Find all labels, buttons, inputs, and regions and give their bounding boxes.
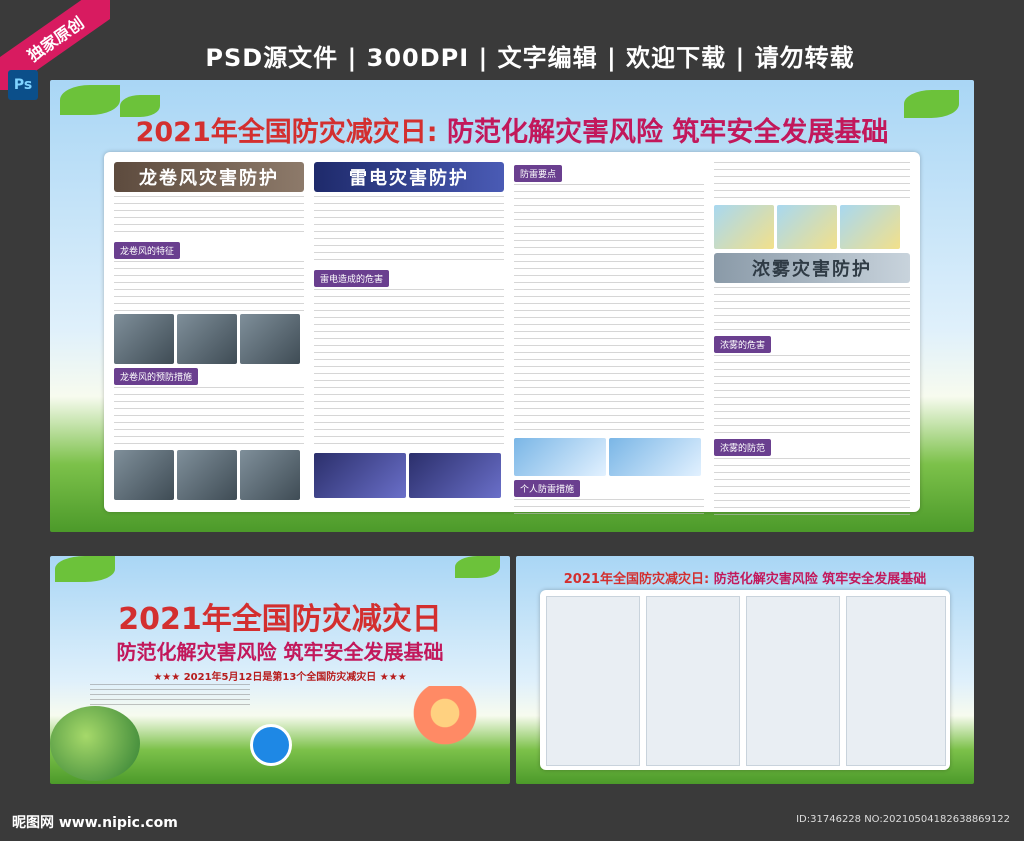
- tornado-photo: [240, 450, 300, 500]
- tornado-photo: [114, 314, 174, 364]
- preview-column: [646, 596, 740, 766]
- tornado-photo: [114, 450, 174, 500]
- footer-id: ID:31746228 NO:20210504182638869122: [796, 814, 1010, 825]
- main-title-year: 2021年全国防灾减灾日:: [135, 117, 438, 148]
- cartoon-illustration: [609, 438, 701, 476]
- fog-harm-heading: 浓雾的危害: [714, 336, 772, 353]
- fog-prevention-heading: 浓雾的防范: [714, 439, 772, 456]
- lightning-header: 雷电灾害防护: [314, 162, 504, 192]
- lightning-harm-heading: 雷电造成的危害: [314, 270, 390, 287]
- tornado-column: 龙卷风灾害防护 龙卷风的特征 龙卷风的预防措施: [114, 162, 304, 502]
- cover-title: 2021年全国防灾减灾日: [118, 602, 442, 637]
- preview-column: [746, 596, 840, 766]
- banner-text: PSD源文件 | 300DPI | 文字编辑 | 欢迎下载 | 请勿转载: [205, 44, 855, 72]
- leaf-decoration: [455, 556, 500, 578]
- fog-header: 浓雾灾害防护: [714, 253, 910, 283]
- tornado-prevention-heading: 龙卷风的预防措施: [114, 368, 199, 385]
- leaf-decoration: [55, 556, 115, 582]
- cartoon-illustration: [514, 438, 606, 476]
- photoshop-icon: Ps: [8, 70, 38, 100]
- lightning-column: 雷电灾害防护 雷电造成的危害: [314, 162, 504, 502]
- preview-board: 2021年全国防灾减灾日: 防范化解灾害风险 筑牢安全发展基础: [516, 556, 974, 784]
- fog-column: 浓雾灾害防护 浓雾的危害 浓雾的防范: [714, 162, 910, 518]
- main-title-slogan: 防范化解灾害风险 筑牢安全发展基础: [446, 117, 889, 148]
- cartoon-illustration: [840, 205, 900, 249]
- disaster-reduction-logo-icon: [250, 724, 292, 766]
- lightning-photo: [314, 453, 406, 498]
- content-sheet: 龙卷风灾害防护 龙卷风的特征 龙卷风的预防措施 雷电灾害防护 雷电造成的危害 防…: [104, 152, 920, 519]
- tornado-photo: [240, 314, 300, 364]
- lightning-points-heading: 防雷要点: [514, 165, 563, 182]
- main-title: 2021年全国防灾减灾日: 防范化解灾害风险 筑牢安全发展基础: [50, 110, 974, 149]
- tornado-features-heading: 龙卷风的特征: [114, 242, 181, 259]
- preview-column: [846, 596, 946, 766]
- main-board: 2021年全国防灾减灾日: 防范化解灾害风险 筑牢安全发展基础 龙卷风灾害防护 …: [50, 80, 974, 532]
- preview-title-slogan: 防范化解灾害风险 筑牢安全发展基础: [713, 572, 927, 587]
- lightning-photo: [409, 453, 501, 498]
- cartoon-illustration: [714, 205, 774, 249]
- preview-sheet: [540, 590, 950, 770]
- preview-title: 2021年全国防灾减灾日: 防范化解灾害风险 筑牢安全发展基础: [516, 568, 974, 587]
- green-globe-icon: [50, 706, 140, 781]
- cartoon-illustration: [777, 205, 837, 249]
- personal-protection-heading: 个人防雷措施: [514, 480, 581, 497]
- preview-column: [546, 596, 640, 766]
- tornado-header: 龙卷风灾害防护: [114, 162, 304, 192]
- cover-board: 2021年全国防灾减灾日 防范化解灾害风险 筑牢安全发展基础 ★★★ 2021年…: [50, 556, 510, 784]
- family-illustration: [400, 686, 490, 776]
- lightning-tips-column: 防雷要点 个人防雷措施: [514, 162, 704, 519]
- cover-subtitle: 防范化解灾害风险 筑牢安全发展基础: [116, 640, 444, 664]
- cover-date-line: ★★★ 2021年5月12日是第13个全国防灾减灾日 ★★★: [153, 672, 407, 683]
- footer-site: 昵图网 www.nipic.com: [12, 815, 178, 831]
- cover-body-text: [90, 684, 250, 706]
- tornado-photo: [177, 314, 237, 364]
- preview-title-year: 2021年全国防灾减灾日:: [563, 572, 710, 587]
- tornado-photo: [177, 450, 237, 500]
